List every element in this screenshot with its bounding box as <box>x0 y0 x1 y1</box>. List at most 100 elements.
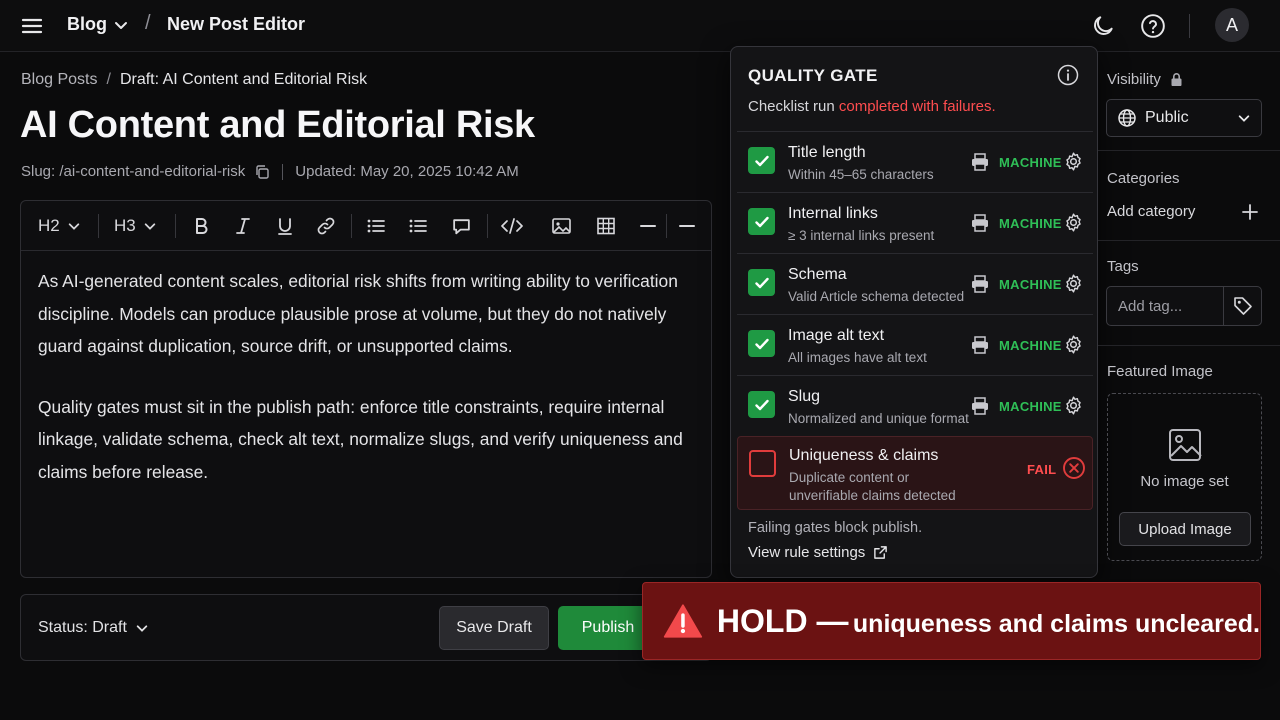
divider <box>98 214 99 238</box>
gear-icon[interactable] <box>1063 334 1084 355</box>
italic-icon[interactable] <box>233 201 253 251</box>
checklist-status: Checklist run completed with failures. <box>748 98 996 115</box>
check-name: Schema <box>788 266 847 283</box>
copy-icon[interactable] <box>254 164 270 180</box>
paragraph[interactable]: As AI-generated content scales, editoria… <box>38 265 698 363</box>
gear-icon[interactable] <box>1063 395 1084 416</box>
list-icon[interactable] <box>408 201 428 251</box>
checkbox-checked[interactable] <box>748 330 775 357</box>
status-dropdown[interactable]: Status: Draft <box>38 619 149 637</box>
check-detail: All images have alt text <box>788 350 927 365</box>
menu-icon[interactable] <box>20 14 44 38</box>
top-bar: Blog / New Post Editor A <box>0 0 1280 52</box>
avatar[interactable]: A <box>1215 8 1249 42</box>
visibility-label-text: Visibility <box>1107 71 1161 88</box>
check-name: Title length <box>788 144 866 161</box>
globe-icon <box>1118 109 1136 127</box>
chevron-down-icon[interactable] <box>113 17 129 33</box>
check-name: Uniqueness & claims <box>789 447 939 464</box>
comment-icon[interactable] <box>451 201 472 251</box>
check-detail: Valid Article schema detected <box>788 289 965 304</box>
view-rule-settings-link[interactable]: View rule settings <box>748 544 888 561</box>
check-detail: Normalized and unique format <box>788 411 969 426</box>
visibility-value: Public <box>1145 109 1189 126</box>
gear-icon[interactable] <box>1063 212 1084 233</box>
image-icon[interactable] <box>551 201 572 251</box>
gear-icon[interactable] <box>1063 151 1084 172</box>
check-row-slug[interactable]: Slug Normalized and unique format MACHIN… <box>737 375 1093 436</box>
editor-toolbar: H2 H3 <box>21 201 711 251</box>
checkbox-checked[interactable] <box>748 391 775 418</box>
external-link-icon <box>874 546 888 559</box>
breadcrumb-root[interactable]: Blog Posts <box>21 71 97 88</box>
info-icon[interactable] <box>1057 64 1079 86</box>
check-row-uniqueness-claims[interactable]: Uniqueness & claims Duplicate content or… <box>737 436 1093 510</box>
tags-label: Tags <box>1107 258 1139 275</box>
divider <box>1098 150 1280 151</box>
save-draft-button[interactable]: Save Draft <box>439 606 549 650</box>
divider <box>175 214 176 238</box>
help-icon[interactable] <box>1140 13 1166 39</box>
printer-icon <box>970 335 990 355</box>
printer-icon <box>970 396 990 416</box>
bulleted-list-icon[interactable] <box>366 201 386 251</box>
moon-icon[interactable] <box>1090 13 1116 39</box>
check-result: MACHINE <box>999 155 1062 170</box>
breadcrumb-separator: / <box>106 71 111 88</box>
divider <box>1098 240 1280 241</box>
printer-icon <box>970 274 990 294</box>
check-detail: Duplicate content or unverifiable claims… <box>789 470 956 503</box>
divider <box>666 214 667 238</box>
lock-icon <box>1171 73 1182 86</box>
check-result-fail: FAIL <box>1027 462 1057 477</box>
check-row-internal-links[interactable]: Internal links ≥ 3 internal links presen… <box>737 192 1093 253</box>
visibility-select[interactable]: Public <box>1106 99 1262 137</box>
check-row-schema[interactable]: Schema Valid Article schema detected MAC… <box>737 253 1093 314</box>
h2-label: H2 <box>38 216 60 235</box>
checkbox-checked[interactable] <box>748 147 775 174</box>
horizontal-rule-icon[interactable] <box>639 201 657 251</box>
page-title[interactable]: AI Content and Editorial Risk <box>20 104 535 147</box>
check-row-title-length[interactable]: Title length Within 45–65 characters MAC… <box>737 131 1093 192</box>
gear-icon[interactable] <box>1063 273 1084 294</box>
panel-title: QUALITY GATE <box>748 66 878 85</box>
code-icon[interactable] <box>500 201 524 251</box>
slug-text: Slug: /ai-content-and-editorial-risk <box>21 163 246 180</box>
chevron-down-icon <box>136 625 148 632</box>
tag-icon[interactable] <box>1232 295 1254 317</box>
bold-icon[interactable] <box>191 201 211 251</box>
editor-content[interactable]: As AI-generated content scales, editoria… <box>38 265 698 488</box>
chevron-down-icon <box>1238 115 1250 122</box>
plus-icon[interactable] <box>1241 203 1259 221</box>
tag-placeholder: Add tag... <box>1118 298 1183 315</box>
check-detail: Within 45–65 characters <box>788 167 934 182</box>
categories-label: Categories <box>1107 170 1180 187</box>
check-result: MACHINE <box>999 216 1062 231</box>
horizontal-rule-icon[interactable] <box>678 201 696 251</box>
upload-image-button[interactable]: Upload Image <box>1119 512 1251 546</box>
divider <box>487 214 488 238</box>
table-icon[interactable] <box>596 201 616 251</box>
check-result: MACHINE <box>999 277 1062 292</box>
checkbox-unchecked[interactable] <box>749 450 776 477</box>
paragraph[interactable]: Quality gates must sit in the publish pa… <box>38 391 698 489</box>
divider <box>1098 345 1280 346</box>
breadcrumb-current: Draft: AI Content and Editorial Risk <box>119 71 368 88</box>
section-name[interactable]: Blog <box>67 14 107 35</box>
checkbox-checked[interactable] <box>748 269 775 296</box>
close-circle-icon[interactable] <box>1062 456 1086 480</box>
rich-text-editor: H2 H3 As AI-generated content scales, ed… <box>20 200 712 578</box>
add-category-link[interactable]: Add category <box>1107 203 1195 220</box>
breadcrumb: Blog Posts / Draft: AI Content and Editori… <box>21 71 367 89</box>
link-icon[interactable] <box>316 201 336 251</box>
quality-gate-panel: QUALITY GATE Checklist run completed wit… <box>730 46 1098 578</box>
status-result: completed with failures. <box>838 98 996 115</box>
heading-h3-dropdown[interactable]: H3 <box>114 201 157 251</box>
tag-input[interactable]: Add tag... <box>1106 286 1262 326</box>
checkbox-checked[interactable] <box>748 208 775 235</box>
underline-icon[interactable] <box>275 201 295 251</box>
heading-h2-dropdown[interactable]: H2 <box>38 201 81 251</box>
check-row-image-alt-text[interactable]: Image alt text All images have alt text … <box>737 314 1093 375</box>
check-detail: ≥ 3 internal links present <box>788 228 935 243</box>
featured-image-dropzone[interactable]: No image set Upload Image <box>1107 393 1262 561</box>
